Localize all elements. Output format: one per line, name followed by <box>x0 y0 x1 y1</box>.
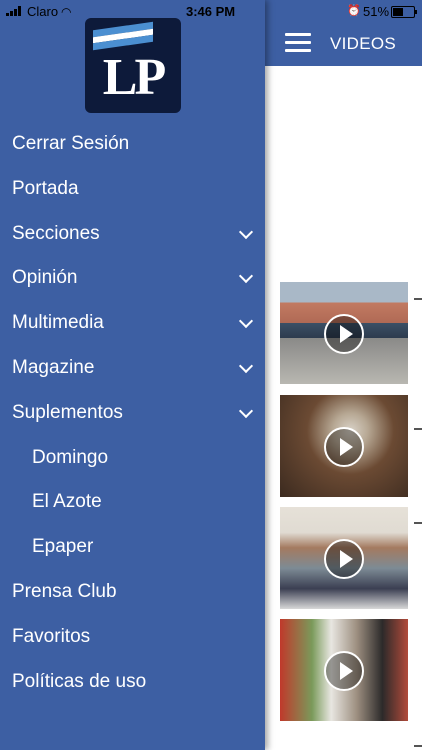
drawer-menu: Cerrar Sesión Portada Secciones Opinión Mult… <box>0 122 265 704</box>
menu-item-label: Magazine <box>12 356 95 378</box>
clock: 3:46 PM <box>186 4 236 19</box>
chevron-down-icon[interactable] <box>238 403 254 418</box>
menu-item-label: Prensa Club <box>12 580 117 602</box>
edge-mark <box>414 522 422 524</box>
menu-item-políticas-de-uso[interactable]: Políticas de uso <box>0 660 265 705</box>
hamburger-icon[interactable] <box>285 33 311 53</box>
menu-item-magazine[interactable]: Magazine <box>0 346 265 391</box>
logo-text: LP <box>102 49 166 106</box>
carrier-label: Claro <box>27 4 59 19</box>
battery-percent: 51% <box>363 4 390 19</box>
menu-item-label: Opinión <box>12 267 78 289</box>
lp-logo: LP <box>85 18 181 113</box>
flag-icon <box>93 21 153 50</box>
menu-item-prensa-club[interactable]: Prensa Club <box>0 570 265 615</box>
video-thumbnail[interactable] <box>280 619 408 721</box>
menu-item-suplementos[interactable]: Suplementos <box>0 391 265 436</box>
menu-item-favoritos[interactable]: Favoritos <box>0 615 265 660</box>
menu-item-cerrar-sesión[interactable]: Cerrar Sesión <box>0 122 265 167</box>
menu-item-label: Secciones <box>12 222 100 244</box>
battery-icon <box>391 6 417 18</box>
menu-item-label: Multimedia <box>12 312 104 334</box>
menu-item-secciones[interactable]: Secciones <box>0 212 265 257</box>
alarm-icon: ⏰ <box>347 5 361 17</box>
edge-mark <box>414 298 422 300</box>
chevron-down-icon[interactable] <box>238 269 254 284</box>
menu-item-label: Cerrar Sesión <box>12 133 130 154</box>
menu-item-multimedia[interactable]: Multimedia <box>0 301 265 346</box>
menu-item-label: Suplementos <box>12 401 123 423</box>
chevron-down-icon[interactable] <box>238 314 254 329</box>
signal-icon <box>6 6 24 16</box>
menu-item-el-azote[interactable]: El Azote <box>0 480 265 525</box>
navigation-drawer: LP Cerrar Sesión Portada Secciones Opinión M… <box>0 0 265 750</box>
chevron-down-icon[interactable] <box>238 358 254 374</box>
play-icon[interactable] <box>324 539 364 579</box>
section-title: VIDEOS <box>330 34 397 53</box>
menu-item-label: Portada <box>12 177 79 199</box>
play-icon[interactable] <box>324 427 364 467</box>
status-bar: Claro ◠ 3:46 PM ⏰ 51% <box>0 0 422 22</box>
video-thumbnail[interactable] <box>280 395 408 497</box>
menu-item-epaper[interactable]: Epaper <box>0 525 265 570</box>
menu-item-label: Políticas de uso <box>12 670 147 692</box>
menu-item-label: Epaper <box>32 536 94 558</box>
chevron-down-icon[interactable] <box>238 224 254 239</box>
video-thumbnail[interactable] <box>280 282 408 384</box>
menu-item-label: Domingo <box>32 446 109 468</box>
menu-item-label: El Azote <box>32 491 102 513</box>
wifi-icon: ◠ <box>61 5 72 19</box>
menu-item-label: Favoritos <box>12 625 91 647</box>
play-icon[interactable] <box>324 314 364 354</box>
edge-mark <box>414 745 422 747</box>
edge-mark <box>414 428 422 430</box>
play-icon[interactable] <box>324 651 364 691</box>
video-thumbnail[interactable] <box>280 507 408 609</box>
menu-item-portada[interactable]: Portada <box>0 167 265 212</box>
menu-item-opinión[interactable]: Opinión <box>0 256 265 301</box>
menu-item-domingo[interactable]: Domingo <box>0 436 265 481</box>
